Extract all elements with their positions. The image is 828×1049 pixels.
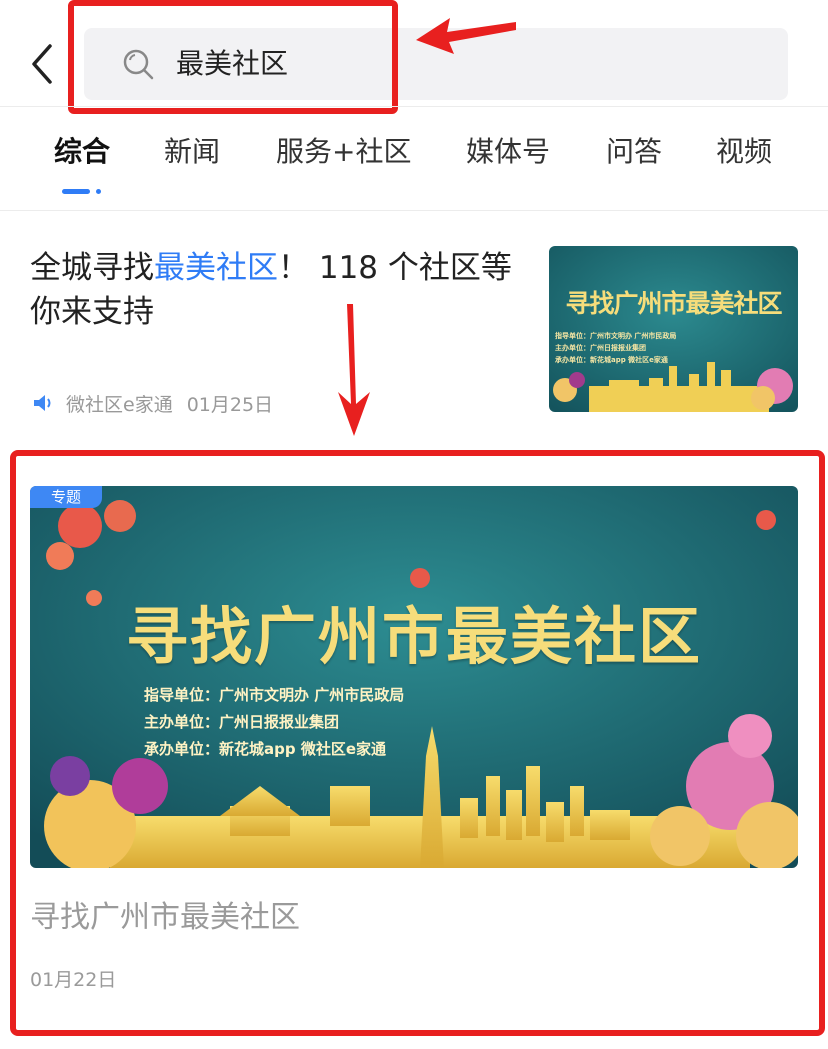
article-date: 01月25日 [186,393,274,416]
article-thumbnail[interactable]: 寻找广州市最美社区 指导单位：广州市文明办 广州市民政局 主办单位：广州日报报业… [549,246,798,412]
annotation-arrow-left [414,10,518,54]
article-source[interactable]: 微社区e家通 [66,390,173,417]
title-part: 全城寻找 [30,250,154,286]
speaker-icon [34,395,51,411]
thumbnail-line: 主办单位：广州日报报业集团 [555,344,646,352]
chevron-left-icon [32,44,52,84]
tab-qa[interactable]: 问答 [606,132,662,172]
tab-media[interactable]: 媒体号 [466,132,550,172]
annotation-highlight-card [10,450,825,1036]
thumbnail-headline: 寻找广州市最美社区 [565,289,782,318]
thumbnail-line: 指导单位：广州市文明办 广州市民政局 [555,332,677,340]
tab-services-community[interactable]: 服务+社区 [276,132,411,172]
tab-video[interactable]: 视频 [716,132,772,172]
article-title[interactable]: 全城寻找最美社区！ 118 个社区等你来支持 [30,246,530,334]
header-divider [0,106,828,107]
back-button[interactable] [28,42,58,86]
annotation-arrow-down [334,304,374,436]
tabs-divider [0,210,828,211]
annotation-highlight-search [68,0,398,114]
active-tab-indicator-dot [96,189,101,194]
active-tab-indicator [62,189,90,194]
tab-news[interactable]: 新闻 [164,132,220,172]
title-highlight: 最美社区 [154,250,278,286]
tab-comprehensive[interactable]: 综合 [54,132,110,172]
article-meta: 微社区e家通 01月25日 [32,388,273,418]
thumbnail-sponsors: 指导单位：广州市文明办 广州市民政局 主办单位：广州日报报业集团 承办单位：新花… [555,330,676,366]
thumbnail-line: 承办单位：新花城app 微社区e家通 [555,356,668,364]
